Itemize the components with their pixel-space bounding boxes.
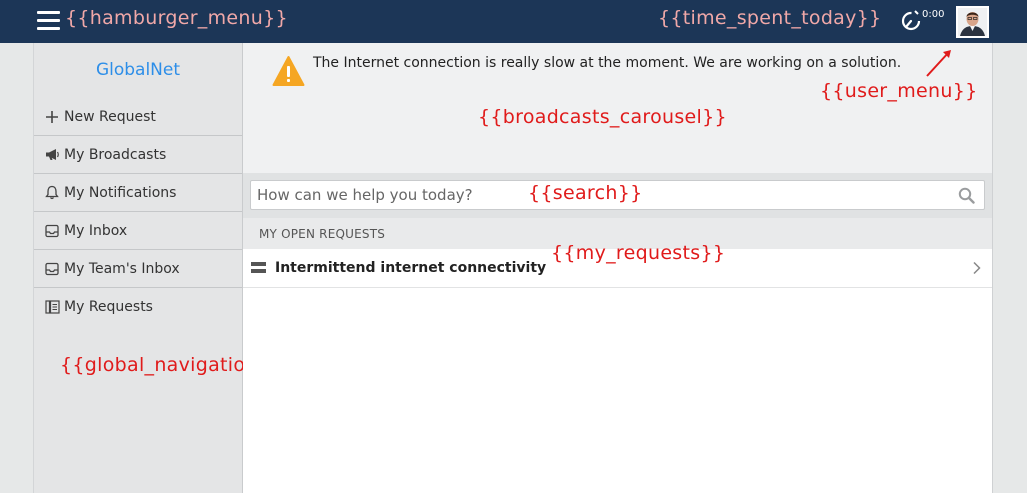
sidebar-item-label: My Requests xyxy=(64,299,153,315)
annotation-arrow-icon xyxy=(926,50,951,77)
global-navigation-menu: GlobalNet New Request My Broadcasts My N… xyxy=(33,43,243,493)
stopwatch-icon[interactable] xyxy=(900,9,922,31)
sidebar-item-my-teams-inbox[interactable]: My Team's Inbox xyxy=(34,250,242,288)
sidebar-nav: New Request My Broadcasts My Notificatio… xyxy=(34,98,242,326)
hamburger-menu-annotation: {{hamburger_menu}} xyxy=(65,7,288,29)
megaphone-icon xyxy=(44,147,60,163)
my-requests-annotation: {{my_requests}} xyxy=(551,242,726,264)
plus-icon xyxy=(44,109,60,125)
sidebar-item-label: My Broadcasts xyxy=(64,146,167,163)
broadcast-message: The Internet connection is really slow a… xyxy=(313,55,902,71)
chevron-right-icon[interactable] xyxy=(972,261,982,275)
sidebar-item-label: New Request xyxy=(64,108,156,125)
top-bar: {{hamburger_menu}} {{time_spent_today}} … xyxy=(0,0,1027,43)
section-heading-label: MY OPEN REQUESTS xyxy=(259,227,386,241)
timer-value: 0:00 xyxy=(922,9,945,20)
brand-title[interactable]: GlobalNet xyxy=(34,60,242,80)
broadcasts-carousel-annotation: {{broadcasts_carousel}} xyxy=(478,106,727,128)
user-avatar[interactable] xyxy=(956,6,989,38)
sidebar-item-my-requests[interactable]: My Requests xyxy=(34,288,242,326)
sidebar-item-label: My Notifications xyxy=(64,184,177,201)
warning-icon xyxy=(272,56,305,86)
requests-icon xyxy=(44,299,60,315)
bell-icon xyxy=(44,185,60,201)
hamburger-icon[interactable] xyxy=(37,11,60,30)
sidebar-item-my-notifications[interactable]: My Notifications xyxy=(34,174,242,212)
sidebar-item-label: My Team's Inbox xyxy=(64,260,180,277)
request-title: Intermittend internet connectivity xyxy=(275,260,547,276)
sidebar-item-new-request[interactable]: New Request xyxy=(34,98,242,136)
sidebar-item-my-inbox[interactable]: My Inbox xyxy=(34,212,242,250)
time-spent-annotation: {{time_spent_today}} xyxy=(658,7,882,29)
sidebar-item-label: My Inbox xyxy=(64,222,128,239)
priority-icon xyxy=(251,262,266,274)
avatar-icon xyxy=(958,8,987,36)
search-icon[interactable] xyxy=(958,187,975,204)
user-menu-annotation: {{user_menu}} xyxy=(820,80,978,102)
search-annotation: {{search}} xyxy=(528,182,643,204)
inbox-icon xyxy=(44,261,60,277)
inbox-icon xyxy=(44,223,60,239)
sidebar-item-my-broadcasts[interactable]: My Broadcasts xyxy=(34,136,242,174)
